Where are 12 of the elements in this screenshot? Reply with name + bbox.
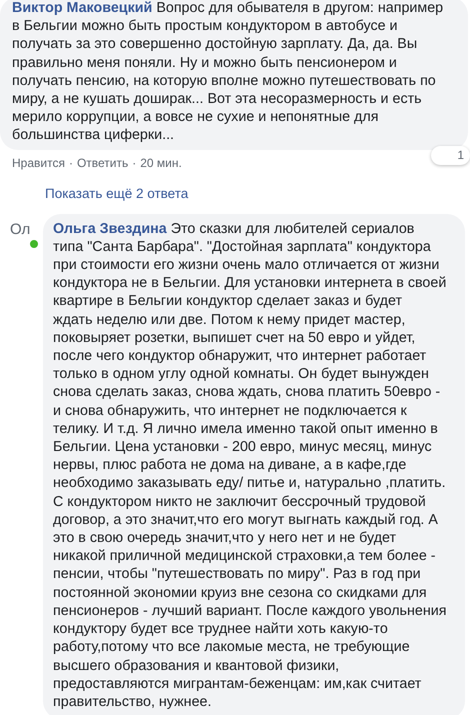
author-link[interactable]: Ольга Звездина xyxy=(53,220,167,237)
reaction-count[interactable]: 1 xyxy=(431,146,470,165)
separator-dot: · xyxy=(132,154,136,171)
action-link[interactable]: Ответить xyxy=(76,154,128,171)
comment-text: Ольга Звездина Это сказки для любителей сериалов типа "Санта Барбара". "Достойная зарплата" кондуктора при стоимости его жизни очень мало отличается от жизни кондуктора не в Бельгии. Для установки интернета в своей квартире в Бельгии кондуктор сделает заказ и будет ждать неделю или две. Потом к нему придет мастер, поковыряет розетки, выпишет счет на 50 евро и уйдет, после чего кондуктор обнаружит, что интернет работает только в одном углу одной комнаты. Он будет вынужден снова сделать заказ, снова ждать, снова платить 50евро - и снова обнаружить, что интернет не подключается к телику. И т.д. Я лично имела именно такой опыт именно в Бельгии. Цена установки - 200 евро, минус месяц, минус нервы, плюс работа не дома на диване, а в кафе,где необходимо заказывать еду/ питье и, натурально ,платить. С кондуктором никто не заключит бессрочный трудовой договор, а это значит,что его могут выгнать каждый год. А это в свою очередь значит,что у него нет и не будет никакой приличной медицинской страховки,а тем более - пенсии, чтобы "путешествовать по миру". Раз в год при постоянной экономии круиз вне сезона со скидками для пенсионеров - лучший вариант. После каждого увольнения кондуктору будет все труднее найти хоть какую-то работу,потому что все лакомые места, не требующие высшего образования и квантовой физики, предоставляются мигрантам-беженцам: им,как считает правительство, нужнее. xyxy=(53,220,448,712)
comment-text: Виктор Маковецкий Вопрос для обывателя в другом: например в Бельгии можно быть простым кондуктором в автобусе и получать за это совершенно достойную зарплату. Да, да. Вы правильно меня поняли. Ну и можно быть пенсионером и получать пенсию, на которую вполне можно путешествовать по миру, а не кушать доширак... Вот эта несоразмерность и есть мерило коррупции, а вовсе не сухие и непонятные для большинства циферки... xyxy=(12,0,444,145)
comment-time: 20 мин. xyxy=(140,154,182,171)
show-more-link[interactable]: Показать ещё 2 ответа xyxy=(45,186,188,201)
separator-dot: · xyxy=(68,154,73,171)
author-link[interactable]: Виктор Маковецкий xyxy=(12,0,152,16)
action-link[interactable]: Нравится xyxy=(12,154,65,171)
avatar-alt-text: Ол xyxy=(10,220,32,239)
